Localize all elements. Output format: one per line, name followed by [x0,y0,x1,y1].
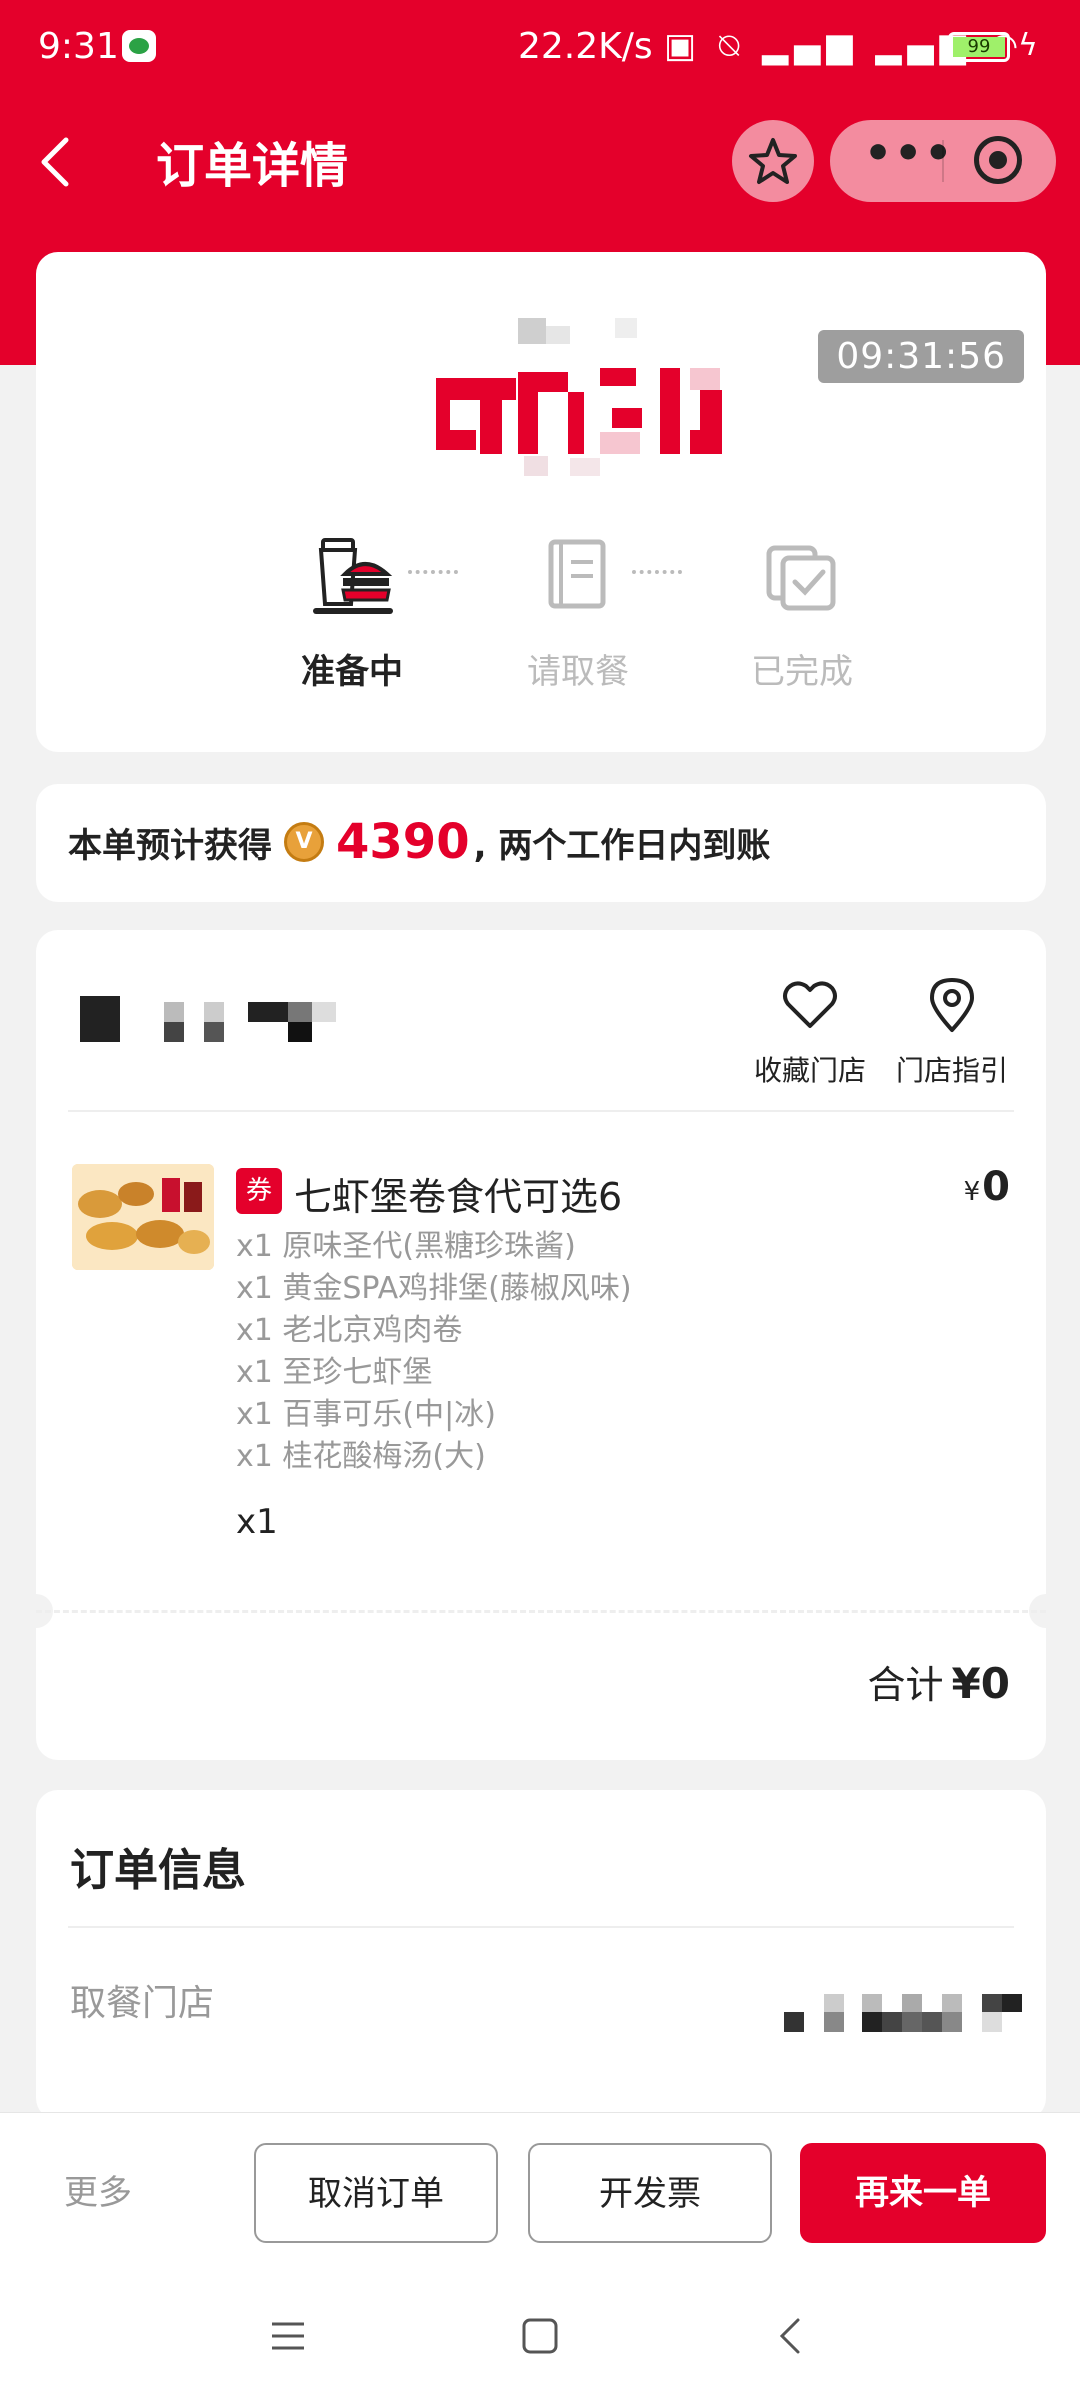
total-label: 合计 [867,1663,944,1707]
store-directions-label: 门店指引 [895,1054,1008,1087]
divider [68,1110,1014,1112]
store-directions-button[interactable]: 门店指引 [892,974,1012,1089]
product-image [72,1164,214,1270]
system-nav-bar [0,2272,1080,2400]
page-title: 订单详情 [156,138,349,194]
coin-icon: V [284,822,324,862]
network-speed: 22.2K/s [518,26,653,67]
back-nav-icon[interactable] [768,2312,816,2360]
order-info-title: 订单信息 [70,1845,246,1896]
store-name-redacted [80,996,400,1056]
sub-item: x1 桂花酸梅汤(大) [236,1439,486,1474]
more-dots-icon[interactable]: ••• [864,128,954,179]
sub-item: x1 老北京鸡肉卷 [236,1313,463,1348]
mini-program-capsule: ••• [830,120,1056,202]
favorite-store-label: 收藏门店 [753,1054,866,1087]
cancel-order-button[interactable]: 取消订单 [254,2143,498,2243]
pickup-store-redacted [784,1990,1024,2040]
order-total: 合计 ¥0 [868,1654,1010,1709]
battery-level: 99 [953,37,1005,57]
wechat-icon [122,30,156,62]
step-label: 请取餐 [527,652,629,692]
order-progress: 准备中 请取餐 已完成 [36,532,1046,732]
points-amount: 4390 [336,814,470,870]
menu-icon[interactable] [264,2312,312,2360]
home-icon[interactable] [516,2312,564,2360]
item-quantity: x1 [236,1502,278,1542]
sub-item: x1 原味圣代(黑糖珍珠酱) [236,1229,576,1264]
store-row: 收藏门店 门店指引 [36,930,1046,1110]
sub-item: x1 至珍七虾堡 [236,1355,433,1390]
step-pickup: 请取餐 [498,532,658,693]
perforation-line [36,1610,1046,1613]
location-pin-icon [930,978,974,1032]
step-label: 准备中 [301,652,403,692]
coupon-badge: 券 [236,1168,282,1214]
status-bar: 9:31 22.2K/s ▣ ⍉ ▂▄▆ ▂▄▆ ◠ 99 ϟ [0,0,1080,96]
invoice-button[interactable]: 开发票 [528,2143,772,2243]
more-button[interactable]: 更多 [64,2165,132,2214]
pickup-store-label: 取餐门店 [70,1983,215,2024]
step-preparing: 准备中 [272,532,432,693]
countdown-timer: 09:31:56 [818,330,1024,383]
star-icon [749,138,797,184]
reorder-button[interactable]: 再来一单 [800,2143,1046,2243]
chevron-left-icon[interactable] [34,132,80,192]
bottom-action-bar: 更多 取消订单 开发票 再来一单 [0,2112,1080,2272]
food-tray-icon [313,538,393,614]
step-connector [632,570,682,574]
order-detail-card: 收藏门店 门店指引 券 七虾堡卷食代可选6 ¥0 x1 原味圣代(黑糖珍珠酱) … [19,930,1063,1760]
app-header: 订单详情 ••• [0,96,1080,226]
sub-item-list: x1 原味圣代(黑糖珍珠酱) x1 黄金SPA鸡排堡(藤椒风味) x1 老北京鸡… [236,1226,632,1478]
step-connector [408,570,458,574]
battery-icon: 99 [948,32,1010,62]
sub-item: x1 百事可乐(中|冰) [236,1397,496,1432]
points-message: 本单预计获得 V 4390 , 两个工作日内到账 [68,814,770,870]
points-suffix: , 两个工作日内到账 [473,825,771,866]
price-symbol: ¥ [963,1177,981,1207]
points-card: 本单预计获得 V 4390 , 两个工作日内到账 [36,784,1046,902]
step-label: 已完成 [751,652,853,692]
divider [68,1926,1014,1928]
total-amount: ¥0 [951,1659,1010,1708]
capsule-divider [942,140,944,182]
heart-icon [783,981,837,1028]
item-price: ¥0 [964,1164,1010,1210]
step-completed: 已完成 [722,532,882,693]
order-info-card: 订单信息 取餐门店 [36,1790,1046,2120]
pickup-code-redacted [400,318,760,498]
product-photo [72,1164,214,1270]
sub-item: x1 黄金SPA鸡排堡(藤椒风味) [236,1271,632,1306]
points-prefix: 本单预计获得 [68,825,272,866]
charging-icon: ϟ [1018,28,1038,63]
target-icon[interactable] [974,136,1022,184]
book-icon [548,539,606,609]
status-time: 9:31 [38,26,119,67]
item-name: 七虾堡卷食代可选6 [294,1175,623,1219]
favorite-button[interactable] [732,120,814,202]
favorite-store-button[interactable]: 收藏门店 [750,974,870,1089]
done-icon [766,545,836,611]
order-status-card: 09:31:56 准备中 请取餐 已完成 [36,252,1046,752]
price-value: 0 [982,1164,1010,1210]
